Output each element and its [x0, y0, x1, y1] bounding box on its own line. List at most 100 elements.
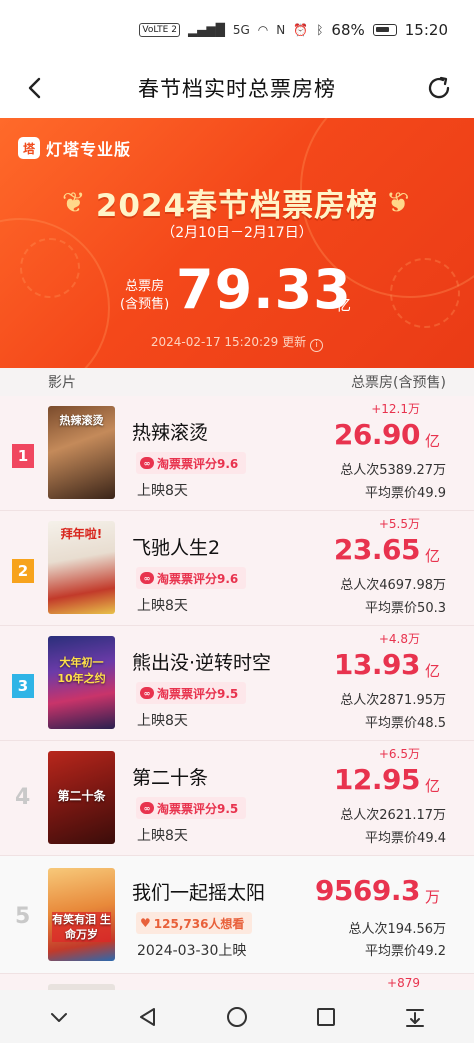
gross-value: 12.95	[333, 763, 421, 796]
refresh-icon	[428, 76, 450, 99]
taopiaopiao-icon: ∞	[140, 457, 154, 469]
alarm-icon: ⏰	[293, 23, 309, 37]
admissions: 总人次5389.27万	[340, 463, 446, 478]
nav-home-button[interactable]	[217, 997, 257, 1037]
movie-title: 飞驰人生2	[132, 537, 221, 559]
col-film: 影片	[48, 375, 76, 391]
rating-text: 淘票票评分9.6	[157, 571, 239, 586]
taopiaopiao-icon: ∞	[140, 802, 154, 814]
movie-title: 熊出没·逆转时空	[132, 652, 272, 674]
nav-back-button[interactable]	[128, 997, 168, 1037]
gross-value: 13.93	[333, 648, 421, 681]
avg-price: 平均票价49.4	[365, 831, 446, 846]
release-date: 2024-03-30上映	[137, 943, 247, 959]
release-info: 上映8天	[137, 828, 188, 844]
rank-badge: 2	[12, 559, 34, 583]
movie-row[interactable]: 4 第二十条 第二十条 ∞ 淘票票评分9.5 上映8天 +6.5万 12.95 …	[0, 741, 474, 856]
back-button[interactable]	[22, 74, 50, 102]
volte-indicator: VoLTE 2	[139, 23, 180, 37]
want-count: 125,736人想看	[153, 916, 245, 931]
gross-delta: +6.5万	[378, 747, 420, 761]
battery-percent: 68%	[331, 21, 365, 39]
update-time: 2024-02-17 15:20:29 更新 i	[0, 333, 474, 352]
hide-nav-button[interactable]	[39, 997, 79, 1037]
rating-badge: ∞ 淘票票评分9.5	[136, 682, 247, 704]
admissions: 总人次2621.17万	[340, 808, 446, 823]
poster-title: 热辣滚烫	[59, 414, 104, 427]
gross-delta: +879	[387, 976, 420, 990]
admissions: 总人次2871.95万	[340, 693, 446, 708]
network-type: 5G	[232, 23, 250, 37]
gross-value: 9569.3	[314, 874, 421, 907]
movie-poster[interactable]: 有笑有泪 生命万岁	[48, 868, 115, 961]
gross-delta: +4.8万	[378, 632, 420, 646]
wifi-icon: ◠	[257, 23, 269, 37]
rank-number: 4	[15, 785, 31, 810]
gross-delta: +5.5万	[378, 517, 420, 531]
triangle-back-icon	[139, 1007, 155, 1026]
total-label-line1: 总票房	[125, 279, 165, 294]
refresh-button[interactable]	[424, 73, 454, 103]
rating-badge: ∞ 淘票票评分9.6	[136, 567, 247, 589]
movie-poster[interactable]: 拜年啦!	[48, 521, 115, 614]
taopiaopiao-icon: ∞	[140, 687, 154, 699]
total-gross: 79.33	[176, 258, 352, 321]
list-header: 影片 总票房(含预售)	[0, 368, 474, 396]
pull-down-icon	[406, 1008, 425, 1027]
banner-title: 2024春节档票房榜	[95, 188, 379, 224]
total-label: 总票房 (含预售)	[120, 278, 169, 314]
info-icon[interactable]: i	[310, 339, 324, 352]
avg-price: 平均票价50.3	[365, 601, 446, 616]
system-nav-bar	[0, 990, 474, 1043]
movie-row[interactable]: 1 热辣滚烫 热辣滚烫 ∞ 淘票票评分9.6 上映8天 +12.1万 26.90…	[0, 396, 474, 511]
nav-bar: 春节档实时总票房榜	[0, 60, 474, 116]
bluetooth-icon: ᛒ	[316, 23, 324, 37]
release-info: 上映8天	[137, 483, 188, 499]
gross-unit: 亿	[424, 662, 440, 680]
total-label-line2: (含预售)	[120, 297, 170, 312]
circle-home-icon	[226, 1006, 247, 1027]
avg-price: 平均票价49.2	[365, 944, 446, 959]
admissions: 总人次194.56万	[348, 922, 447, 937]
firework-decoration	[390, 258, 460, 328]
rating-badge: ∞ 淘票票评分9.6	[136, 452, 247, 474]
rank-badge: 3	[12, 674, 34, 698]
update-text: 2024-02-17 15:20:29 更新	[150, 335, 307, 349]
poster-title: 有笑有泪 生命万岁	[52, 912, 111, 942]
col-gross: 总票房(含预售)	[351, 375, 446, 391]
dengta-logo-icon: 塔	[18, 137, 40, 159]
rating-text: 淘票票评分9.6	[157, 456, 239, 471]
movie-poster[interactable]: 第二十条	[48, 751, 115, 844]
signal-icon: ▂▄▆█	[187, 23, 225, 37]
movie-title: 第二十条	[132, 767, 209, 789]
brand-name: 灯塔专业版	[46, 140, 132, 159]
gross-unit: 亿	[424, 547, 440, 565]
movie-poster[interactable]: 热辣滚烫	[48, 406, 115, 499]
movie-poster[interactable]: 大年初一 10年之约	[48, 636, 115, 729]
clock: 15:20	[404, 21, 448, 39]
gross-unit: 亿	[424, 432, 440, 450]
date-range: （2月10日－2月17日）	[161, 225, 313, 241]
poster-title: 拜年啦!	[60, 527, 103, 541]
heart-icon: ♥	[140, 916, 151, 930]
admissions: 总人次4697.98万	[340, 578, 446, 593]
gross-value: 26.90	[333, 418, 421, 451]
rating-text: 淘票票评分9.5	[157, 686, 239, 701]
movie-row[interactable]: 2 拜年啦! 飞驰人生2 ∞ 淘票票评分9.6 上映8天 +5.5万 23.65…	[0, 511, 474, 626]
taopiaopiao-icon: ∞	[140, 572, 154, 584]
movie-row[interactable]: 3 大年初一 10年之约 熊出没·逆转时空 ∞ 淘票票评分9.5 上映8天 +4…	[0, 626, 474, 741]
avg-price: 平均票价49.9	[365, 486, 446, 501]
firework-decoration	[20, 238, 80, 298]
movie-title: 热辣滚烫	[132, 422, 209, 444]
nav-notifications-button[interactable]	[395, 997, 435, 1037]
movie-title: 我们一起摇太阳	[132, 882, 266, 904]
rank-number: 5	[15, 904, 31, 929]
rating-text: 淘票票评分9.5	[157, 801, 239, 816]
brand: 塔 灯塔专业版	[18, 136, 131, 160]
movie-row[interactable]: 5 有笑有泪 生命万岁 我们一起摇太阳 ♥ 125,736人想看 2024-03…	[0, 856, 474, 974]
laurel-right-icon: ❦	[386, 186, 410, 219]
gross-unit: 万	[424, 888, 440, 906]
rating-badge: ∞ 淘票票评分9.5	[136, 797, 247, 819]
nfc-icon: N	[276, 23, 286, 37]
nav-recents-button[interactable]	[306, 997, 346, 1037]
